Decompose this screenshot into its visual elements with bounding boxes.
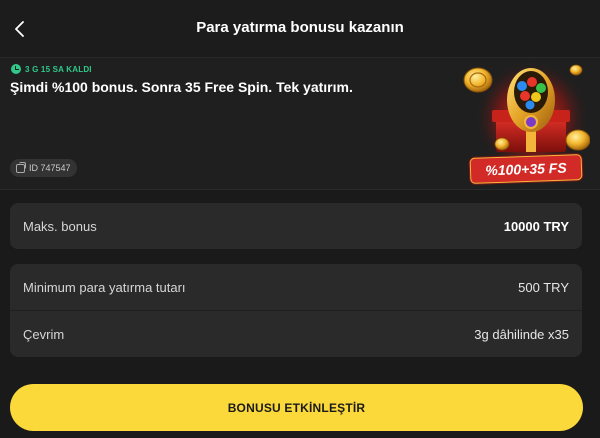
promo-banner: 3 G 15 SA KALDI Şimdi %100 bonus. Sonra … [0, 58, 600, 190]
activate-bonus-label: BONUSU ETKİNLEŞTİR [227, 400, 366, 415]
timer-text: 3 G 15 SA KALDI [25, 64, 92, 74]
max-bonus-label: Maks. bonus [23, 219, 97, 234]
activate-bonus-button[interactable]: BONUSU ETKİNLEŞTİR [10, 384, 583, 431]
countdown-timer: 3 G 15 SA KALDI [11, 64, 92, 74]
max-bonus-card: Maks. bonus 10000 TRY [10, 203, 582, 249]
min-deposit-label: Minimum para yatırma tutarı [23, 280, 186, 295]
min-deposit-value: 500 TRY [518, 280, 569, 295]
copy-icon [16, 161, 26, 173]
max-bonus-row: Maks. bonus 10000 TRY [10, 203, 582, 249]
bonus-badge-text: %100+35 FS [485, 159, 567, 179]
wagering-row: Çevrim 3g dâhilinde x35 [10, 311, 582, 357]
requirements-card: Minimum para yatırma tutarı 500 TRY Çevr… [10, 264, 582, 357]
wagering-label: Çevrim [23, 327, 65, 342]
promo-id: ID 747547 [29, 163, 71, 173]
clock-icon [11, 64, 21, 74]
promo-id-badge[interactable]: ID 747547 [10, 159, 77, 177]
promo-illustration: %100+35 FS [462, 58, 591, 190]
page-title: Para yatırma bonusu kazanın [196, 19, 404, 36]
max-bonus-value: 10000 TRY [503, 219, 569, 234]
min-deposit-row: Minimum para yatırma tutarı 500 TRY [10, 264, 582, 310]
bonus-badge: %100+35 FS [469, 154, 583, 184]
wagering-value: 3g dâhilinde x35 [474, 327, 569, 342]
promo-description: Şimdi %100 bonus. Sonra 35 Free Spin. Te… [10, 79, 353, 95]
header-bar: Para yatırma bonusu kazanın [0, 0, 600, 58]
